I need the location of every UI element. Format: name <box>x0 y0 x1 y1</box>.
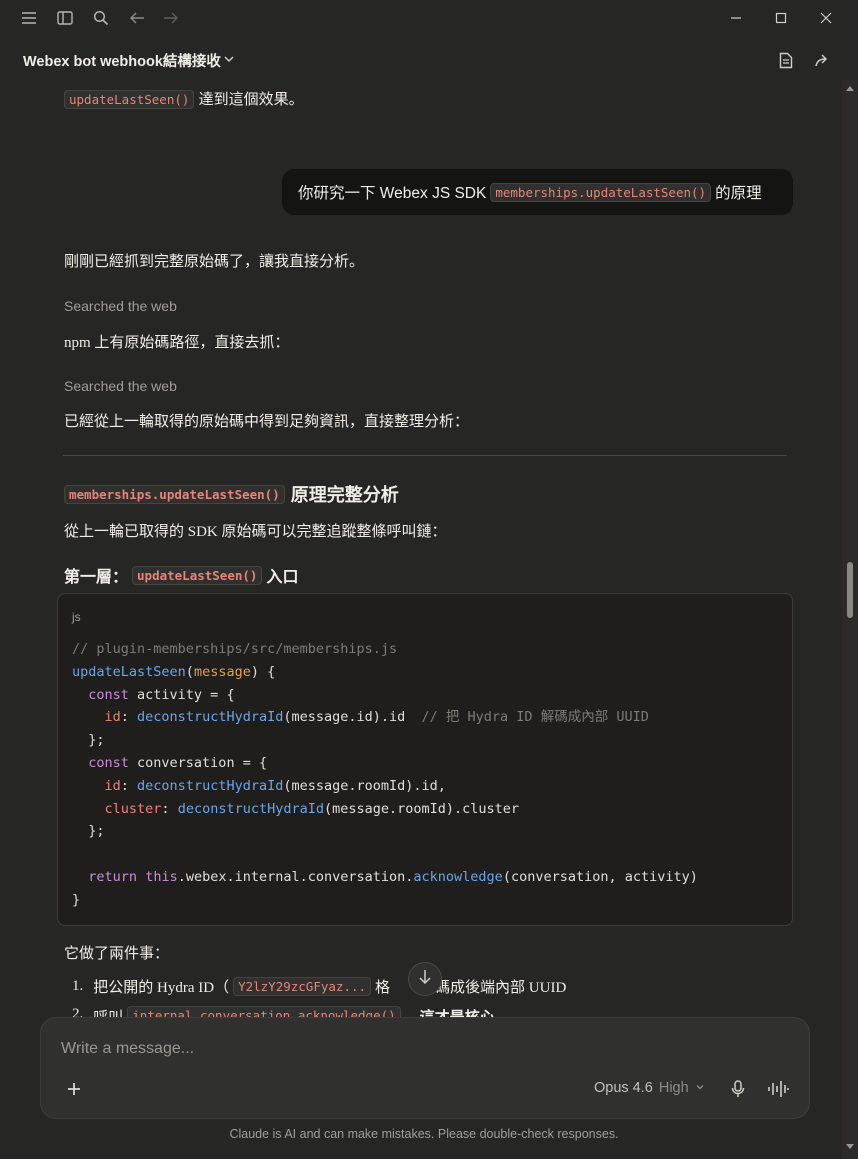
user-message-suffix: 的原理 <box>715 185 762 202</box>
user-message-bubble: 你研究一下 Webex JS SDK memberships.updateLas… <box>282 169 793 215</box>
reply-paragraph: 已經從上一輪取得的原始碼中得到足夠資訊，直接整理分析： <box>64 414 470 430</box>
message-input[interactable] <box>61 1040 761 1058</box>
fragment-text: 達到這個效果。 <box>198 91 304 108</box>
web-search-status[interactable]: Searched the web <box>64 378 177 394</box>
model-selector[interactable]: Opus 4.6 High <box>594 1080 705 1096</box>
user-message-text: 你研究一下 Webex JS SDK <box>298 185 487 202</box>
arrow-right-icon[interactable] <box>161 8 181 28</box>
code-block[interactable]: js // plugin-memberships/src/memberships… <box>57 593 793 926</box>
list-text: 格 <box>375 980 391 996</box>
arrow-down-icon <box>418 969 432 990</box>
close-icon[interactable] <box>816 8 836 28</box>
conversation-content[interactable]: updateLastSeen() 達到這個效果。 你研究一下 Webex JS … <box>0 80 842 1159</box>
conversation-title[interactable]: Webex bot webhook結構接收 <box>23 50 221 71</box>
conversation-header: Webex bot webhook結構接收 <box>0 40 858 80</box>
effort-level: High <box>658 1080 689 1096</box>
heading-suffix: 入口 <box>266 569 299 586</box>
scroll-thumb[interactable] <box>847 562 853 618</box>
microphone-icon[interactable] <box>727 1078 749 1100</box>
search-icon[interactable] <box>91 8 111 28</box>
plus-icon[interactable] <box>63 1078 85 1100</box>
reply-paragraph: 從上一輪已取得的 SDK 原始碼可以完整追蹤整條呼叫鏈： <box>64 524 447 540</box>
divider <box>63 455 787 456</box>
document-icon[interactable] <box>776 50 796 70</box>
disclaimer: Claude is AI and can make mistakes. Plea… <box>229 1127 619 1141</box>
scroll-to-bottom-button[interactable] <box>408 962 442 996</box>
list-item: 1. 把公開的 Hydra ID（ Y2lzY29zcGFyaz... 格 解碼… <box>72 976 566 997</box>
minimize-icon[interactable] <box>726 8 746 28</box>
chevron-down-icon <box>695 1080 705 1096</box>
code-content: // plugin-memberships/src/memberships.js… <box>72 641 698 908</box>
inline-code: memberships.updateLastSeen() <box>64 484 285 504</box>
scrollbar[interactable] <box>842 80 858 1159</box>
previous-message-fragment: updateLastSeen() 達到這個效果。 <box>64 88 304 109</box>
heading-prefix: 第一層： <box>64 569 129 586</box>
subsection-heading: 第一層： updateLastSeen() 入口 <box>64 563 298 587</box>
title-bar <box>0 0 858 36</box>
code-language-label: js <box>72 610 81 624</box>
voice-waveform-icon[interactable] <box>765 1078 791 1100</box>
inline-code: updateLastSeen() <box>64 90 195 109</box>
message-composer: Opus 4.6 High <box>40 1017 810 1119</box>
menu-icon[interactable] <box>19 8 39 28</box>
inline-code: updateLastSeen() <box>132 565 263 585</box>
heading-text: 原理完整分析 <box>290 485 399 505</box>
scroll-up-arrow[interactable] <box>846 86 854 91</box>
sidebar-toggle-icon[interactable] <box>55 8 75 28</box>
model-name: Opus 4.6 <box>594 1080 653 1096</box>
list-number: 1. <box>72 978 84 994</box>
reply-paragraph: npm 上有原始碼路徑，直接去抓： <box>64 335 290 351</box>
reply-paragraph: 它做了兩件事： <box>64 946 170 962</box>
web-search-status[interactable]: Searched the web <box>64 298 177 314</box>
share-icon[interactable] <box>812 50 832 70</box>
reply-intro: 剛剛已經抓到完整原始碼了，讓我直接分析。 <box>64 254 365 270</box>
maximize-icon[interactable] <box>771 8 791 28</box>
arrow-left-icon[interactable] <box>127 8 147 28</box>
chevron-down-icon[interactable] <box>222 52 236 71</box>
scroll-down-arrow[interactable] <box>846 1144 854 1149</box>
list-text: 把公開的 Hydra ID（ <box>93 980 230 996</box>
inline-code: memberships.updateLastSeen() <box>490 182 712 202</box>
inline-code: Y2lzY29zcGFyaz... <box>233 977 372 996</box>
section-heading: memberships.updateLastSeen() 原理完整分析 <box>64 481 399 507</box>
